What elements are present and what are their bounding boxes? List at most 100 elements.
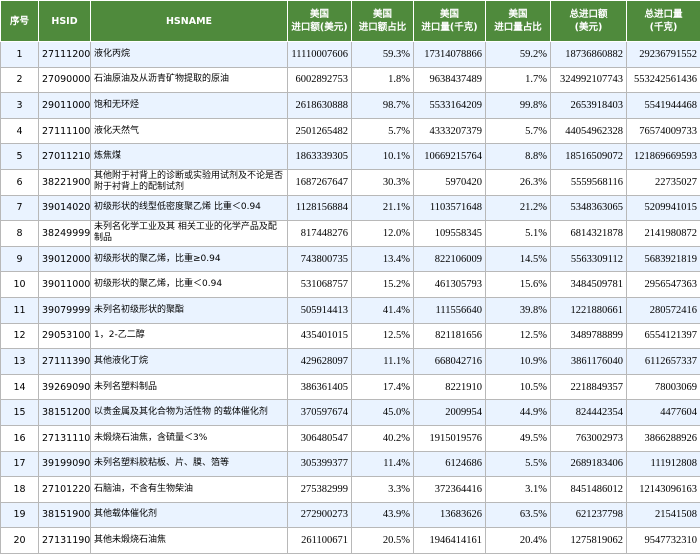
row-us-import-qty-share: 8.8% [486,144,551,170]
row-us-import-value: 261100671 [288,528,352,554]
row-total-import-qty: 9547732310 [627,528,700,554]
row-us-import-value: 817448276 [288,221,352,247]
row-hsname: 其他载体催化剂 [91,502,288,528]
row-hsname: 初级形状的线型低密度聚乙烯 比重＜0.94 [91,195,288,221]
row-total-import-value: 763002973 [551,425,627,451]
row-rank: 12 [1,323,39,349]
table-row: 427111100液化天然气25012654825.7%43332073795.… [1,118,700,144]
row-us-import-value-share: 15.2% [352,272,414,298]
row-hsid: 27111200 [39,42,91,68]
table-row: 1739199090未列名塑料胶粘板、片、膜、箔等30539937711.4%6… [1,451,700,477]
row-us-import-value-share: 11.4% [352,451,414,477]
row-us-import-qty-share: 49.5% [486,425,551,451]
table-row: 1938151900其他载体催化剂27290027343.9%136836266… [1,502,700,528]
table-row: 1327111390其他液化丁烷42962809711.1%6680427161… [1,349,700,375]
row-hsid: 39012000 [39,246,91,272]
row-us-import-qty-share: 63.5% [486,502,551,528]
row-total-import-qty: 4477604 [627,400,700,426]
row-hsname: 液化丙烷 [91,42,288,68]
row-hsname: 未列名化学工业及其 相关工业的化学产品及配制品 [91,221,288,247]
row-us-import-value-share: 17.4% [352,374,414,400]
row-us-import-value-share: 3.3% [352,477,414,503]
table-row: 2027131190其他未煅烧石油焦26110067120.5%19464141… [1,528,700,554]
row-us-import-value: 306480547 [288,425,352,451]
row-total-import-value: 2653918403 [551,93,627,119]
row-hsname: 液化天然气 [91,118,288,144]
row-hsname: 炼焦煤 [91,144,288,170]
row-hsname: 未煅烧石油焦，含硫量＜3% [91,425,288,451]
row-us-import-value: 435401015 [288,323,352,349]
table-row: 227090000石油原油及从沥青矿物提取的原油60028927531.8%96… [1,67,700,93]
row-rank: 16 [1,425,39,451]
table-row: 739014020初级形状的线型低密度聚乙烯 比重＜0.941128156884… [1,195,700,221]
row-us-import-qty: 668042716 [414,349,486,375]
row-rank: 20 [1,528,39,554]
row-hsname: 其他未煅烧石油焦 [91,528,288,554]
row-us-import-qty-share: 99.8% [486,93,551,119]
row-hsid: 27090000 [39,67,91,93]
row-total-import-qty: 2956547363 [627,272,700,298]
row-rank: 14 [1,374,39,400]
header-us-import-value: 美国 进口额(美元) [288,1,352,42]
row-us-import-value: 386361405 [288,374,352,400]
row-rank: 6 [1,169,39,195]
header-hsname: HSNAME [91,1,288,42]
row-us-import-value: 531068757 [288,272,352,298]
row-total-import-value: 2218849357 [551,374,627,400]
row-total-import-qty: 121869669593 [627,144,700,170]
row-hsid: 29053100 [39,323,91,349]
table-row: 1538151200以贵金属及其化合物为活性物 的载体催化剂3705976744… [1,400,700,426]
row-us-import-value-share: 41.4% [352,297,414,323]
row-us-import-qty: 822106009 [414,246,486,272]
row-us-import-qty: 461305793 [414,272,486,298]
row-us-import-value-share: 21.1% [352,195,414,221]
row-us-import-value: 275382999 [288,477,352,503]
row-us-import-qty-share: 20.4% [486,528,551,554]
row-hsid: 27131190 [39,528,91,554]
header-hsid: HSID [39,1,91,42]
row-hsid: 39199090 [39,451,91,477]
row-us-import-qty: 1103571648 [414,195,486,221]
header-us-import-qty: 美国 进口量(千克) [414,1,486,42]
row-us-import-value: 11110007606 [288,42,352,68]
row-total-import-qty: 6554121397 [627,323,700,349]
row-rank: 15 [1,400,39,426]
row-total-import-qty: 5683921819 [627,246,700,272]
row-rank: 10 [1,272,39,298]
row-rank: 8 [1,221,39,247]
row-us-import-qty-share: 10.9% [486,349,551,375]
row-us-import-value: 1687267647 [288,169,352,195]
row-rank: 9 [1,246,39,272]
table-row: 1827101220石脑油，不含有生物柴油2753829993.3%372364… [1,477,700,503]
table-row: 638221900其他附于衬背上的诊断或实验用试剂及不论是否附于衬背上的配制试剂… [1,169,700,195]
row-us-import-qty-share: 39.8% [486,297,551,323]
row-us-import-qty: 13683626 [414,502,486,528]
row-us-import-qty-share: 5.5% [486,451,551,477]
row-hsid: 39269090 [39,374,91,400]
row-us-import-value: 1863339305 [288,144,352,170]
table-row: 1439269090未列名塑料制品38636140517.4%822191010… [1,374,700,400]
header-rank: 序号 [1,1,39,42]
row-us-import-value-share: 45.0% [352,400,414,426]
row-us-import-value: 272900273 [288,502,352,528]
row-us-import-value: 1128156884 [288,195,352,221]
table-row: 1039011000初级形状的聚乙烯，比重＜0.9453106875715.2%… [1,272,700,298]
row-total-import-value: 824442354 [551,400,627,426]
row-us-import-value-share: 12.0% [352,221,414,247]
row-total-import-value: 18736860882 [551,42,627,68]
us-import-table: 序号 HSID HSNAME 美国 进口额(美元) 美国 进口额占比 美国 进口… [0,0,700,554]
row-us-import-qty: 8221910 [414,374,486,400]
row-hsid: 29011000 [39,93,91,119]
row-us-import-qty-share: 3.1% [486,477,551,503]
row-rank: 2 [1,67,39,93]
row-hsname: 以贵金属及其化合物为活性物 的载体催化剂 [91,400,288,426]
row-us-import-value: 370597674 [288,400,352,426]
header-us-import-qty-share: 美国 进口量占比 [486,1,551,42]
row-hsid: 38249999 [39,221,91,247]
row-us-import-value-share: 30.3% [352,169,414,195]
row-total-import-qty: 2141980872 [627,221,700,247]
row-hsname: 未列名塑料制品 [91,374,288,400]
row-us-import-qty-share: 1.7% [486,67,551,93]
row-total-import-value: 18516509072 [551,144,627,170]
row-us-import-qty: 17314078866 [414,42,486,68]
